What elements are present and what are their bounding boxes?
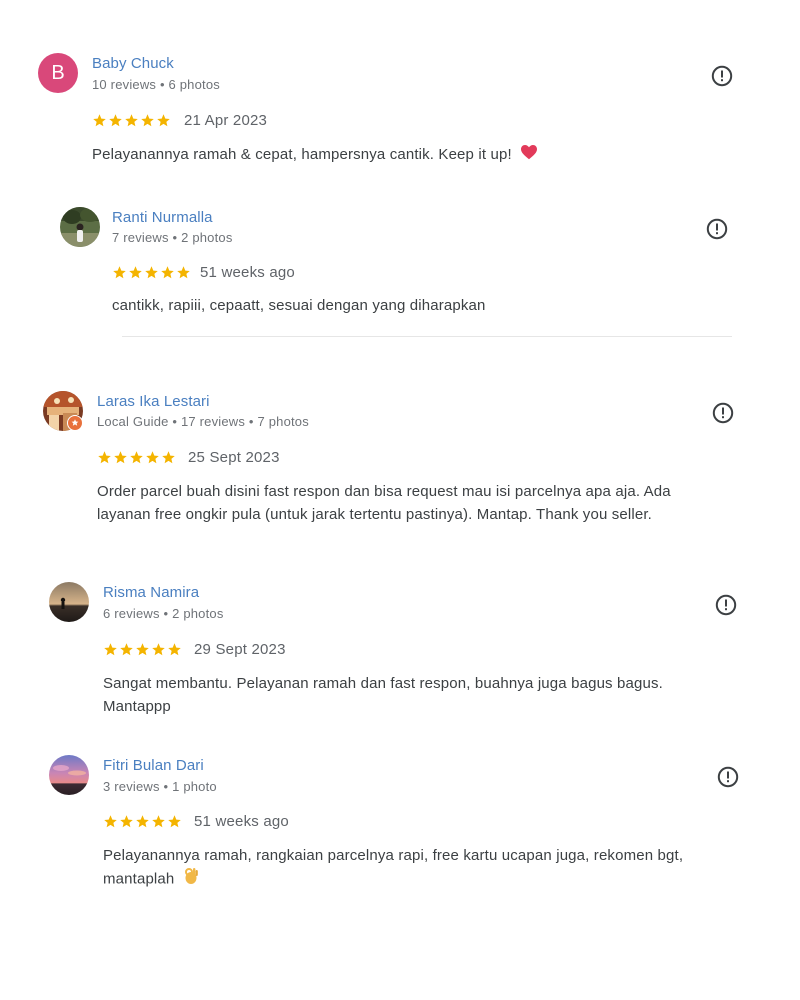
reviewer-name[interactable]: Risma Namira: [103, 584, 199, 601]
star-icon: [157, 114, 170, 127]
star-icon: [145, 266, 158, 279]
ok-hand-icon: [183, 867, 199, 892]
star-icon: [161, 266, 174, 279]
report-flag-icon[interactable]: [715, 594, 737, 616]
star-icon: [109, 114, 122, 127]
review-date: 51 weeks ago: [194, 813, 289, 830]
star-icon: [113, 266, 126, 279]
star-icon: [141, 114, 154, 127]
review-text: Pelayanannya ramah & cepat, hampersnya c…: [92, 146, 512, 163]
star-rating: [112, 265, 192, 281]
star-icon: [104, 643, 117, 656]
star-icon: [162, 451, 175, 464]
review-card: Ranti Nurmalla 7 reviews • 2 photos 51 w…: [0, 180, 800, 340]
review-card: Risma Namira 6 reviews • 2 photos 29 Sep…: [0, 572, 800, 732]
review-text: Sangat membantu. Pelayanan ramah dan fas…: [103, 675, 663, 715]
divider: [122, 336, 732, 337]
report-flag-icon[interactable]: [717, 766, 739, 788]
reviewer-meta: 7 reviews • 2 photos: [112, 230, 233, 245]
star-icon: [98, 451, 111, 464]
avatar-letter: B: [51, 61, 65, 84]
reviewer-meta: 3 reviews • 1 photo: [103, 779, 217, 794]
review-date: 51 weeks ago: [200, 264, 295, 281]
star-icon: [168, 815, 181, 828]
review-card: Fitri Bulan Dari 3 reviews • 1 photo 51 …: [0, 744, 800, 904]
report-flag-icon[interactable]: [711, 65, 733, 87]
reviewer-name[interactable]: Ranti Nurmalla: [112, 209, 213, 226]
star-icon: [114, 451, 127, 464]
star-icon: [125, 114, 138, 127]
reviewer-meta: 6 reviews • 2 photos: [103, 606, 224, 621]
star-icon: [168, 643, 181, 656]
review-date: 25 Sept 2023: [188, 449, 280, 466]
star-icon: [120, 815, 133, 828]
local-guide-badge-icon: [67, 415, 83, 431]
review-text: cantikk, rapiii, cepaatt, sesuai dengan …: [112, 297, 486, 314]
star-icon: [152, 643, 165, 656]
reviewer-meta: Local Guide • 17 reviews • 7 photos: [97, 414, 309, 429]
star-icon: [136, 643, 149, 656]
review-date: 29 Sept 2023: [194, 641, 286, 658]
star-icon: [136, 815, 149, 828]
reviewer-name[interactable]: Baby Chuck: [92, 55, 174, 72]
star-icon: [130, 451, 143, 464]
avatar[interactable]: [49, 755, 89, 795]
star-icon: [177, 266, 190, 279]
reviewer-name[interactable]: Fitri Bulan Dari: [103, 757, 204, 774]
star-rating: [103, 814, 183, 830]
report-flag-icon[interactable]: [706, 218, 728, 240]
reviewer-meta: 10 reviews • 6 photos: [92, 77, 220, 92]
review-text: Order parcel buah disini fast respon dan…: [97, 483, 671, 523]
star-icon: [146, 451, 159, 464]
star-rating: [103, 642, 183, 658]
avatar[interactable]: [60, 207, 100, 247]
review-card: Laras Ika Lestari Local Guide • 17 revie…: [0, 380, 800, 540]
review-text-block: Pelayanannya ramah, rangkaian parcelnya …: [103, 844, 713, 892]
review-date: 21 Apr 2023: [184, 112, 268, 129]
review-text-block: Pelayanannya ramah & cepat, hampersnya c…: [92, 143, 732, 167]
report-flag-icon[interactable]: [712, 402, 734, 424]
avatar[interactable]: B: [38, 53, 78, 93]
avatar[interactable]: [49, 582, 89, 622]
reviewer-name[interactable]: Laras Ika Lestari: [97, 393, 210, 410]
star-rating: [97, 450, 177, 466]
star-icon: [120, 643, 133, 656]
star-rating: [92, 113, 172, 129]
star-icon: [104, 815, 117, 828]
star-icon: [152, 815, 165, 828]
star-icon: [93, 114, 106, 127]
heart-icon: [520, 144, 538, 167]
review-card: B Baby Chuck 10 reviews • 6 photos 21 Ap…: [0, 0, 800, 180]
star-icon: [129, 266, 142, 279]
